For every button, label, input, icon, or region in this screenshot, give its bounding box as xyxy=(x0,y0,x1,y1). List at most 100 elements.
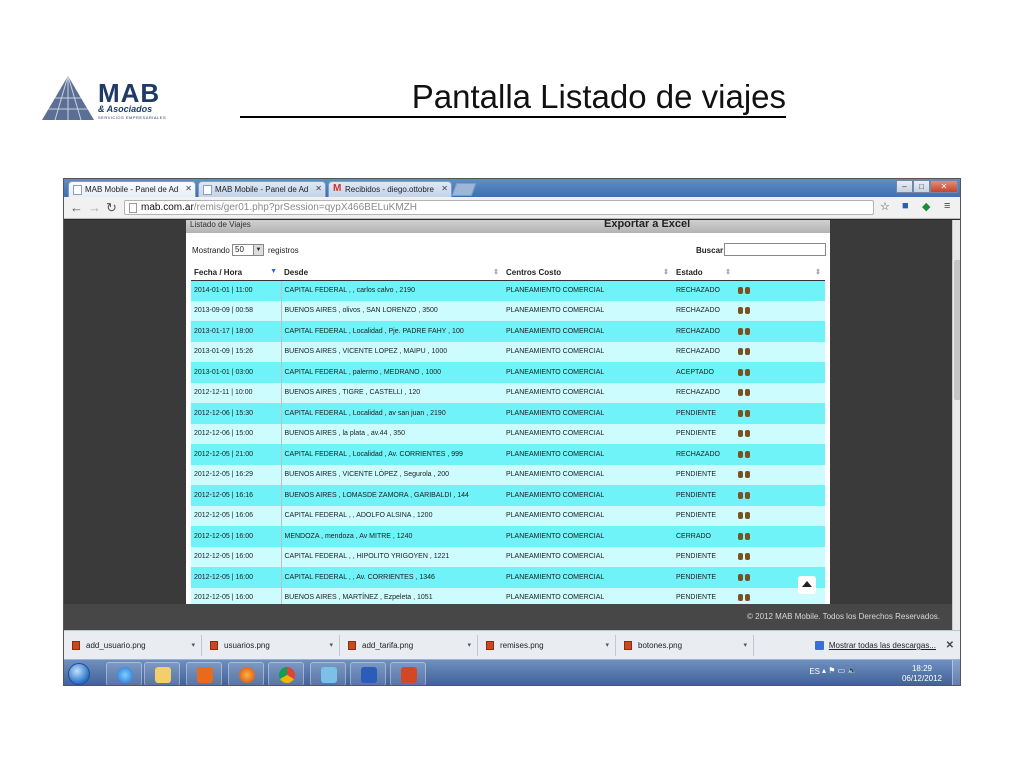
firefox-icon[interactable] xyxy=(228,662,264,685)
col-actions[interactable]: ⇕ xyxy=(735,266,825,281)
binoculars-icon[interactable] xyxy=(738,592,750,602)
minimize-button[interactable]: – xyxy=(896,180,913,193)
reload-icon[interactable]: ↻ xyxy=(106,200,117,216)
binoculars-icon[interactable] xyxy=(738,531,750,540)
word-icon[interactable] xyxy=(350,662,386,685)
maximize-button[interactable]: □ xyxy=(913,180,930,193)
table-row[interactable]: 2013-01-09 | 15:26 BUENOS AIRES , VICENTE… xyxy=(191,341,825,362)
show-desktop-button[interactable] xyxy=(952,660,960,685)
table-row[interactable]: 2013-01-01 | 03:00 CAPITAL FEDERAL , pale… xyxy=(191,362,825,383)
binoculars-icon[interactable] xyxy=(738,490,750,499)
start-button[interactable] xyxy=(68,663,90,685)
chevron-down-icon[interactable]: ▾ xyxy=(605,635,609,656)
show-label: Mostrando xyxy=(192,246,230,255)
browser-tab-3[interactable]: M Recibidos - diego.ottobre ✕ xyxy=(328,181,452,197)
close-icon[interactable]: ✕ xyxy=(185,184,192,193)
extension-icon[interactable]: ■ xyxy=(902,200,909,212)
col-desde[interactable]: Desde ⇕ xyxy=(281,266,503,281)
cell-fecha-hora: 2014-01-01 | 11:00 xyxy=(191,280,282,301)
binoculars-icon[interactable] xyxy=(738,305,750,315)
explorer-icon[interactable] xyxy=(144,662,180,685)
binoculars-icon[interactable] xyxy=(738,367,750,376)
table-row[interactable]: 2012-12-06 | 15:30 CAPITAL FEDERAL , Loca… xyxy=(191,403,825,424)
star-icon[interactable]: ☆ xyxy=(880,200,890,213)
presentation-icon[interactable] xyxy=(390,662,426,685)
chevron-down-icon[interactable]: ▾ xyxy=(743,635,747,656)
download-item[interactable]: add_tarifa.png ▾ xyxy=(342,635,478,656)
tray-icons[interactable]: ▴ ⚑ ▭ 🔈 xyxy=(822,666,870,678)
download-item[interactable]: usuarios.png ▾ xyxy=(204,635,340,656)
chevron-down-icon[interactable]: ▾ xyxy=(329,635,333,656)
table-row[interactable]: 2012-12-05 | 16:00 MENDOZA , mendoza , Av… xyxy=(191,526,825,547)
binoculars-icon[interactable] xyxy=(738,326,750,335)
close-icon[interactable]: ✕ xyxy=(315,184,322,193)
table-row[interactable]: 2014-01-01 | 11:00 CAPITAL FEDERAL , , ca… xyxy=(191,280,825,301)
ie-icon[interactable] xyxy=(106,662,142,685)
table-row[interactable]: 2012-12-05 | 21:00 CAPITAL FEDERAL , Loca… xyxy=(191,444,825,465)
binoculars-icon[interactable] xyxy=(738,408,750,417)
page-size-select[interactable]: 50 ▼ xyxy=(232,244,264,256)
binoculars-icon[interactable] xyxy=(738,469,750,479)
binoculars-icon[interactable] xyxy=(738,510,750,520)
scrollbar-thumb[interactable] xyxy=(954,260,960,400)
gmail-icon: M xyxy=(333,183,342,194)
export-excel-link[interactable]: Exportar a Excel xyxy=(604,220,690,230)
table-row[interactable]: 2012-12-05 | 16:16 BUENOS AIRES , LOMASDE… xyxy=(191,485,825,506)
cell-fecha-hora: 2012-12-11 | 10:00 xyxy=(191,382,282,403)
scroll-top-button[interactable] xyxy=(798,576,816,594)
clock[interactable]: 18:29 06/12/2012 xyxy=(900,664,944,684)
download-item[interactable]: remises.png ▾ xyxy=(480,635,616,656)
col-fecha-hora[interactable]: Fecha / Hora ▼ xyxy=(191,266,281,281)
cell-estado: RECHAZADO xyxy=(673,382,735,403)
forward-arrow-icon[interactable]: → xyxy=(88,200,101,215)
table-row[interactable]: 2013-01-17 | 18:00 CAPITAL FEDERAL , Loca… xyxy=(191,321,825,342)
window-controls: – □ ✕ xyxy=(896,180,958,193)
browser-tab-1[interactable]: MAB Mobile - Panel de Ad ✕ xyxy=(68,181,196,197)
chevron-down-icon[interactable]: ▾ xyxy=(467,635,471,656)
table-row[interactable]: 2012-12-05 | 16:00 BUENOS AIRES , MARTÍNE… xyxy=(191,587,825,604)
chrome-icon[interactable] xyxy=(268,662,304,685)
table-row[interactable]: 2012-12-11 | 10:00 BUENOS AIRES , TIGRE ,… xyxy=(191,382,825,403)
binoculars-icon[interactable] xyxy=(738,285,750,294)
extension-icon[interactable]: ◆ xyxy=(922,200,930,213)
cell-fecha-hora: 2013-01-17 | 18:00 xyxy=(191,321,282,342)
close-icon[interactable]: ✕ xyxy=(946,640,954,651)
app-icon[interactable] xyxy=(310,662,346,685)
url-field[interactable]: mab.com.ar/remis/ger01.php?prSession=qyp… xyxy=(124,200,874,215)
window-close-button[interactable]: ✕ xyxy=(930,180,958,193)
vertical-scrollbar[interactable] xyxy=(952,220,960,630)
new-tab-button[interactable] xyxy=(451,183,477,196)
cell-fecha-hora: 2012-12-05 | 16:29 xyxy=(191,464,282,485)
table-row[interactable]: 2012-12-05 | 16:29 BUENOS AIRES , VICENTE… xyxy=(191,464,825,485)
download-item[interactable]: botones.png ▾ xyxy=(618,635,754,656)
binoculars-icon[interactable] xyxy=(738,449,750,458)
cell-desde: BUENOS AIRES , LOMASDE ZAMORA , GARIBALD… xyxy=(281,485,503,506)
col-centros-costo[interactable]: Centros Costo ⇕ xyxy=(503,266,673,281)
language-indicator[interactable]: ES xyxy=(809,667,820,676)
table-row[interactable]: 2013-09-09 | 00:58 BUENOS AIRES , olivos … xyxy=(191,300,825,321)
show-all-downloads-link[interactable]: Mostrar todas las descargas... xyxy=(814,635,936,656)
table-row[interactable]: 2012-12-05 | 16:00 CAPITAL FEDERAL , , HI… xyxy=(191,546,825,567)
binoculars-icon[interactable] xyxy=(738,572,750,581)
panel-title: Listado de Viajes xyxy=(190,220,251,229)
binoculars-icon[interactable] xyxy=(738,551,750,561)
table-row[interactable]: 2012-12-05 | 16:00 CAPITAL FEDERAL , , Av… xyxy=(191,567,825,588)
browser-tab-2[interactable]: MAB Mobile - Panel de Ad ✕ xyxy=(198,181,326,197)
back-arrow-icon[interactable]: ← xyxy=(70,200,83,215)
table-row[interactable]: 2012-12-06 | 15:00 BUENOS AIRES , la plat… xyxy=(191,423,825,444)
binoculars-icon[interactable] xyxy=(738,428,750,438)
close-icon[interactable]: ✕ xyxy=(441,184,448,193)
download-item[interactable]: add_usuario.png ▾ xyxy=(66,635,202,656)
table-row[interactable]: 2012-12-05 | 16:06 CAPITAL FEDERAL , , AD… xyxy=(191,505,825,526)
cell-actions xyxy=(735,321,825,342)
search-input[interactable] xyxy=(724,243,826,256)
menu-icon[interactable]: ≡ xyxy=(944,200,950,212)
col-estado[interactable]: Estado ⇕ xyxy=(673,266,735,281)
pyramid-logo-icon xyxy=(42,75,94,121)
media-player-icon[interactable] xyxy=(186,662,222,685)
binoculars-icon[interactable] xyxy=(738,346,750,356)
chevron-down-icon[interactable]: ▾ xyxy=(191,635,195,656)
binoculars-icon[interactable] xyxy=(738,387,750,397)
cell-centro-costo: PLANEAMIENTO COMERCIAL xyxy=(503,300,673,321)
image-file-icon xyxy=(72,641,80,650)
